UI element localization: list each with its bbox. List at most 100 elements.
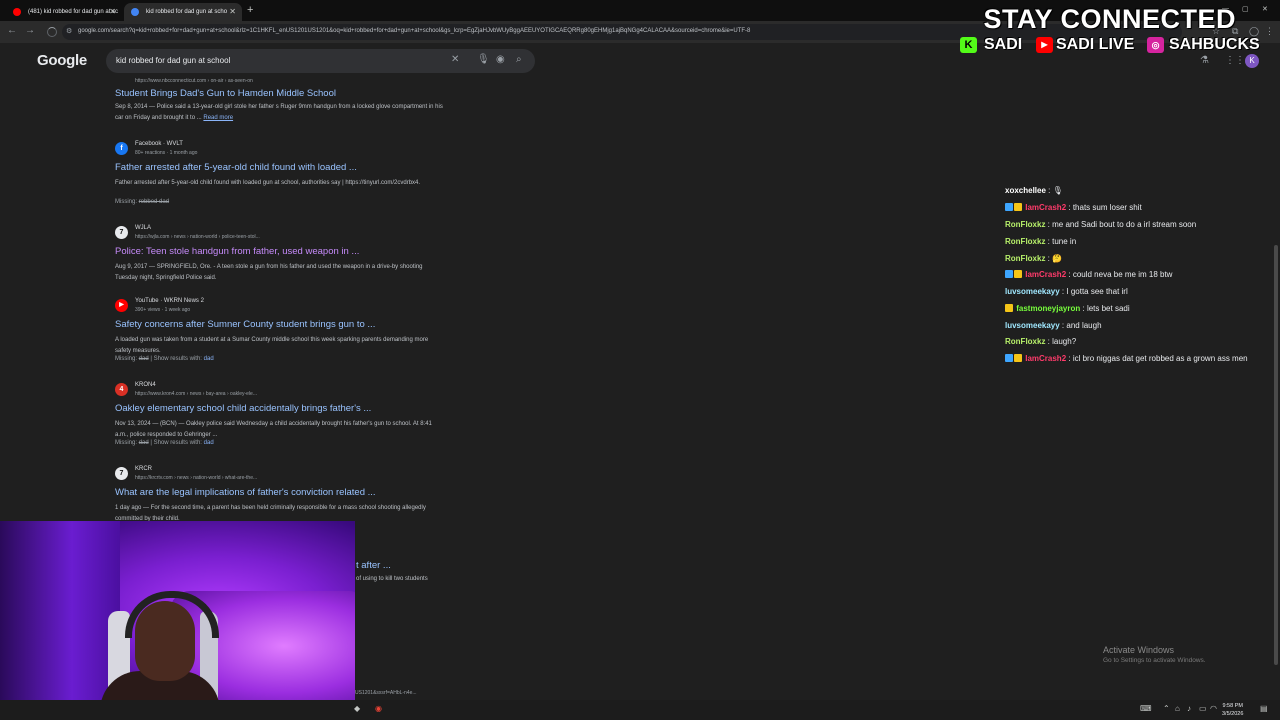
result-snippet: Sep 8, 2014 — Police said a 13-year-old … — [115, 102, 445, 124]
overlay-headline: STAY CONNECTED — [983, 4, 1236, 34]
result-url[interactable]: https://wjla.com › news › nation-world ›… — [135, 234, 260, 240]
back-icon[interactable]: ← — [7, 25, 17, 36]
taskbar-clock[interactable]: 9:58 PM 3/5/2026 — [1222, 702, 1243, 718]
taskbar-app-icon[interactable]: ◆ — [354, 704, 360, 713]
google-logo[interactable]: Google — [37, 52, 87, 69]
missing-terms: Missing: dad | Show results with: dad — [115, 356, 214, 362]
chat-message: RonFloxkz : 🤔 — [1005, 254, 1063, 263]
taskbar: ◆ ◉ ⌨ ⌃ ⌂ ♪ ▭ ◠ 9:58 PM 3/5/2026 ▤ — [0, 700, 1280, 720]
chrome-taskbar-icon[interactable]: ◉ — [375, 704, 382, 713]
chat-text: 🎙 — [1052, 186, 1063, 195]
result-url[interactable]: https://krcrtv.com › news › nation-world… — [135, 475, 257, 481]
chat-message: RonFloxkz : laugh? — [1005, 337, 1077, 346]
krcr-icon: 7 — [115, 467, 128, 480]
chat-username: IamCrash2 — [1025, 354, 1067, 363]
chat-message: IamCrash2 : thats sum loser shit — [1005, 203, 1142, 212]
keyboard-icon[interactable]: ⌨ — [1140, 704, 1152, 713]
instagram-handle: SAHBUCKS — [1169, 36, 1260, 53]
chat-username: RonFloxkz — [1005, 237, 1046, 246]
result-site: WJLA — [135, 225, 152, 231]
chat-text: I gotta see that irl — [1066, 287, 1128, 296]
loading-spinner-icon[interactable] — [47, 27, 57, 37]
chat-message: RonFloxkz : me and Sadi bout to do a irl… — [1005, 220, 1197, 229]
chat-text: lets bet sadi — [1086, 304, 1130, 313]
network-icon[interactable]: ⌂ — [1175, 704, 1180, 713]
new-tab-icon[interactable]: + — [247, 4, 253, 16]
partial-result-snippet: of using to kill two students — [356, 576, 428, 582]
result-url[interactable]: https://www.kron4.com › news › bay-area … — [135, 391, 257, 397]
link-status-bar: US1201&sxsrf=AHbL-n4e... — [355, 690, 417, 696]
clock-date: 3/5/2026 — [1222, 711, 1244, 717]
volume-icon[interactable]: ♪ — [1187, 704, 1191, 713]
chat-message: luvsomeekayy : and laugh — [1005, 321, 1102, 330]
chat-username: xoxchellee — [1005, 186, 1046, 195]
result-snippet: A loaded gun was taken from a student at… — [115, 337, 429, 354]
result-title[interactable]: Father arrested after 5-year-old child f… — [115, 162, 357, 173]
tab-google-search[interactable]: kid robbed for dad gun at scho ✕ — [124, 3, 242, 21]
result-title[interactable]: Police: Teen stole handgun from father, … — [115, 246, 359, 257]
result-url[interactable]: 80+ reactions · 1 month ago — [135, 150, 197, 156]
battery-icon[interactable]: ▭ — [1199, 704, 1207, 713]
result-snippet: Aug 9, 2017 — SPRINGFIELD, Ore. - A teen… — [115, 264, 423, 281]
chat-text: 🤔 — [1052, 254, 1063, 263]
stream-overlay: STAY CONNECTED K SADI ▶ SADI LIVE ◎ SAHB… — [955, 0, 1280, 60]
wifi-icon[interactable]: ◠ — [1210, 704, 1217, 713]
show-results-label: Show results with: — [153, 440, 202, 446]
result-site: Facebook · WVLT — [135, 141, 183, 147]
read-more-link[interactable]: Read more — [203, 115, 233, 121]
partial-result-title[interactable]: t after ... — [356, 560, 391, 571]
chat-text: icl bro niggas dat get robbed as a grown… — [1072, 354, 1248, 363]
url-text: google.com/search?q=kid+robbed+for+dad+g… — [78, 28, 751, 34]
result-date: Sep 8, 2014 — — [115, 104, 157, 110]
search-box[interactable]: kid robbed for dad gun at school ✕ 🎙 ◉ ⌕ — [106, 49, 535, 73]
search-results: https://www.nbcconnecticut.com › on-air … — [0, 78, 700, 529]
search-input[interactable]: kid robbed for dad gun at school — [116, 56, 230, 65]
result-snippet-text: Police said a 13-year-old girl stole her… — [115, 104, 443, 121]
tab-youtube[interactable]: (481) kid robbed for dad gun at sc ✕ — [6, 3, 122, 21]
chat-username: RonFloxkz — [1005, 254, 1046, 263]
show-results-label: Show results with: — [153, 356, 202, 362]
result-title[interactable]: Oakley elementary school child accidenta… — [115, 403, 371, 414]
result-title[interactable]: What are the legal implications of fathe… — [115, 487, 376, 498]
clear-search-icon[interactable]: ✕ — [451, 54, 459, 65]
show-results-link[interactable]: dad — [204, 356, 214, 362]
tray-overflow-icon[interactable]: ⌃ — [1163, 704, 1170, 713]
result-title[interactable]: Safety concerns after Sumner County stud… — [115, 319, 375, 330]
chat-username: IamCrash2 — [1025, 270, 1067, 279]
chat-text: could neva be me im 18 btw — [1072, 270, 1173, 279]
chat-message: RonFloxkz : tune in — [1005, 237, 1077, 246]
close-tab-icon[interactable]: ✕ — [109, 7, 116, 16]
instagram-icon: ◎ — [1147, 37, 1164, 53]
result-title[interactable]: Student Brings Dad's Gun to Hamden Middl… — [115, 88, 336, 99]
page-scrollbar[interactable] — [1274, 245, 1278, 665]
activate-title: Activate Windows — [1103, 645, 1175, 655]
facebook-icon: f — [115, 142, 128, 155]
youtube-icon: ▶ — [1036, 37, 1053, 53]
close-tab-icon[interactable]: ✕ — [229, 7, 236, 16]
notification-icon[interactable]: ▤ — [1260, 704, 1268, 713]
chat-text: me and Sadi bout to do a irl stream soon — [1052, 220, 1197, 229]
lens-icon[interactable]: ◉ — [496, 54, 505, 65]
search-icon[interactable]: ⌕ — [516, 54, 522, 65]
result-url[interactable]: https://www.nbcconnecticut.com › on-air … — [135, 78, 253, 84]
tab-label: (481) kid robbed for dad gun at sc — [28, 9, 119, 15]
search-result: f Facebook · WVLT 80+ reactions · 1 mont… — [115, 141, 475, 211]
site-info-icon[interactable]: ⚙ — [66, 27, 72, 35]
forward-icon[interactable]: → — [25, 25, 35, 36]
missing-label: Missing: — [115, 199, 138, 205]
youtube-icon: ▶ — [115, 299, 128, 312]
missing-label: Missing: — [115, 356, 138, 362]
tab-label: kid robbed for dad gun at scho — [146, 9, 228, 15]
chat-text: laugh? — [1052, 337, 1077, 346]
result-site: YouTube · WKRN News 2 — [135, 298, 204, 304]
activate-subtitle: Go to Settings to activate Windows. — [1103, 657, 1206, 664]
microphone-icon[interactable]: 🎙 — [477, 54, 490, 65]
kick-handle: SADI — [984, 36, 1023, 53]
result-url[interactable]: 390+ views · 1 week ago — [135, 307, 190, 313]
result-site: KRON4 — [135, 382, 156, 388]
show-results-link[interactable]: dad — [204, 440, 214, 446]
chat-message: IamCrash2 : could neva be me im 18 btw — [1005, 270, 1172, 279]
chat-username: luvsomeekayy — [1005, 321, 1060, 330]
result-site: KRCR — [135, 466, 153, 472]
result-snippet: Father arrested after 5-year-old child f… — [115, 180, 421, 186]
